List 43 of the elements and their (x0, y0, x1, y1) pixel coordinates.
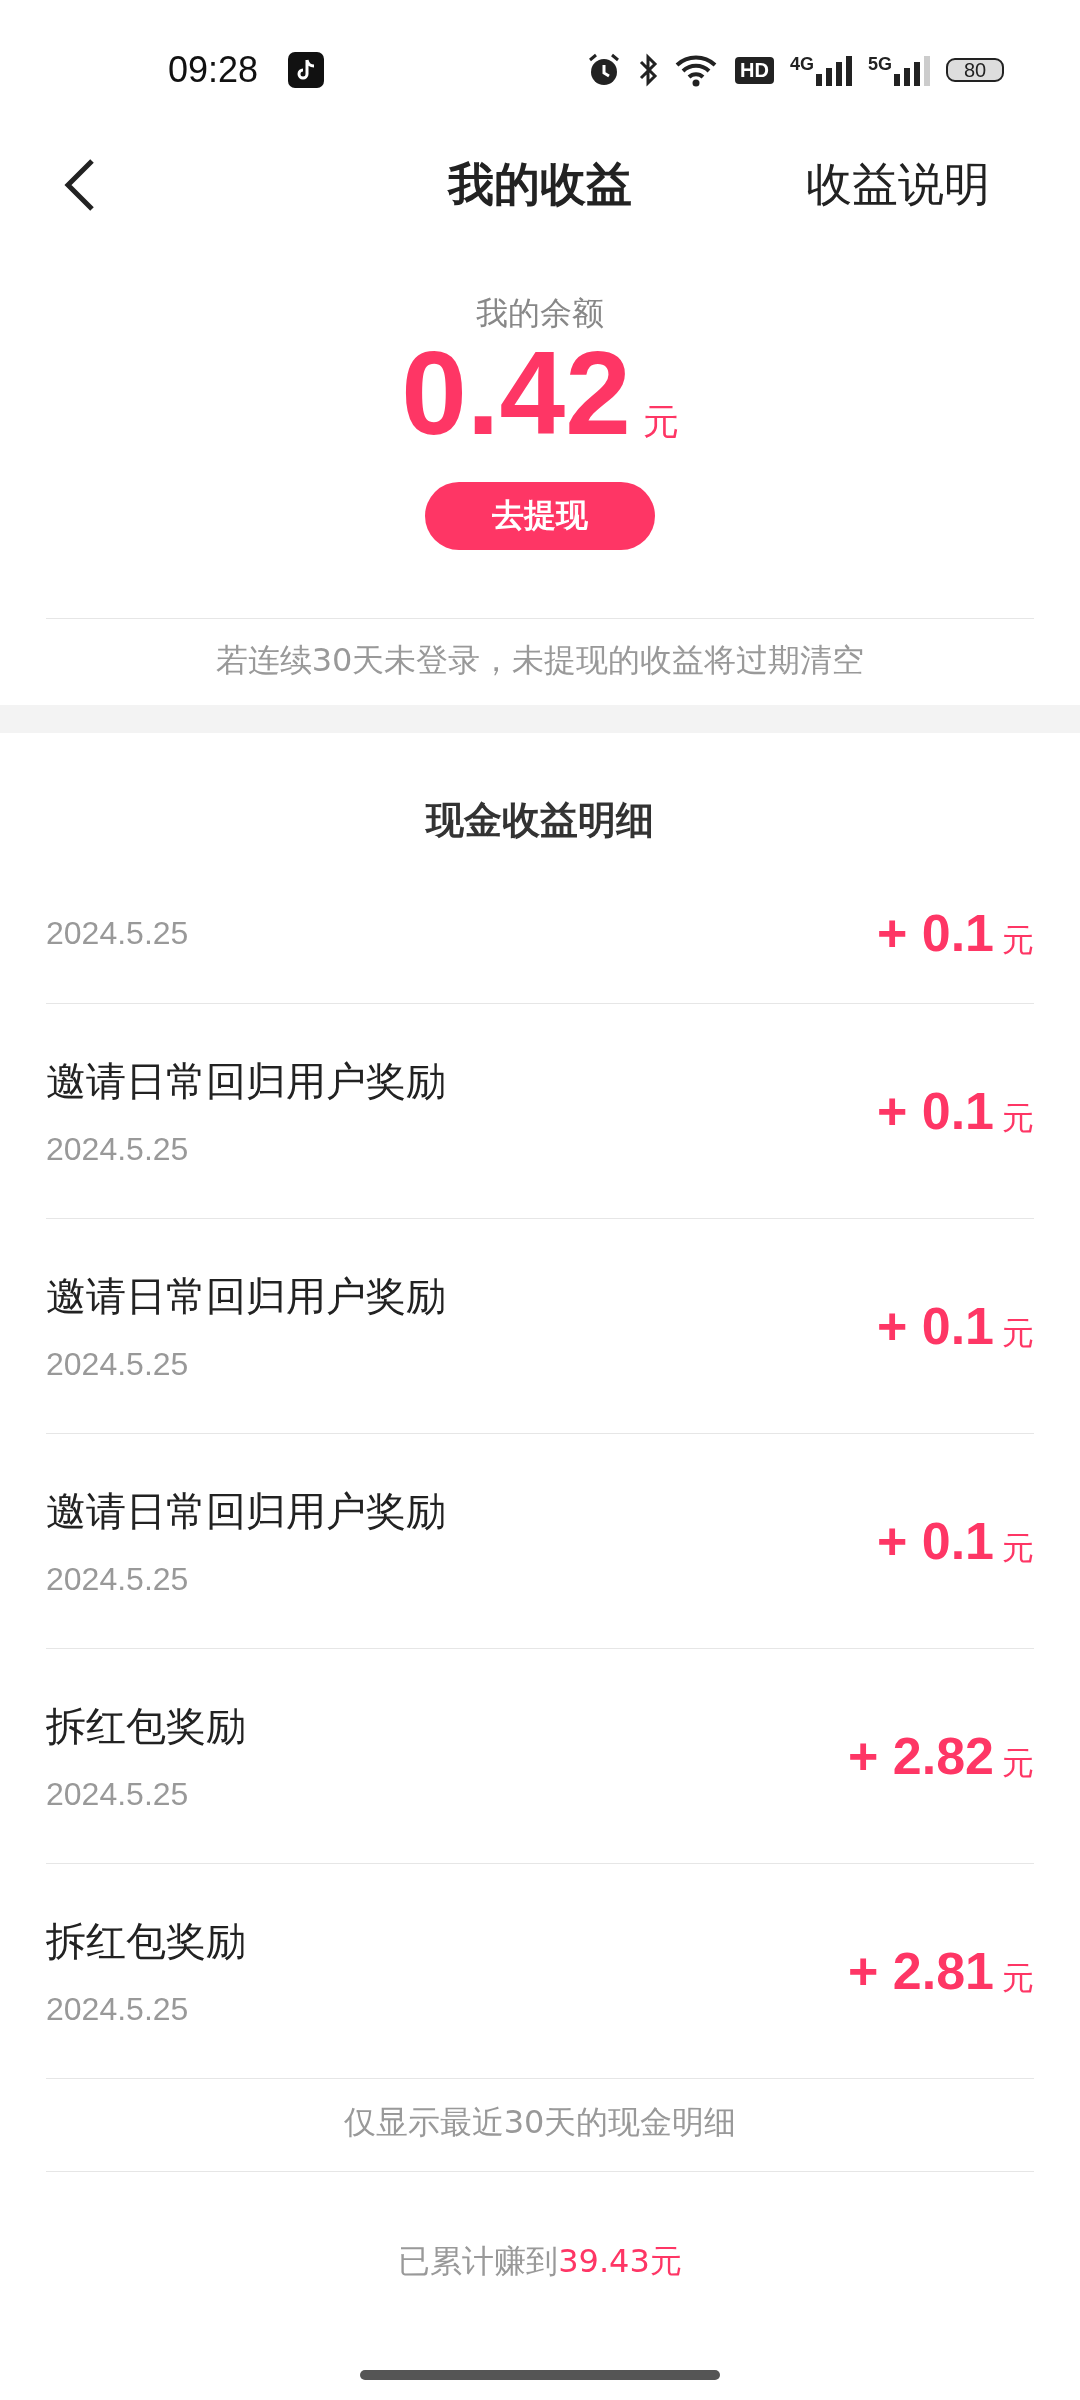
earning-amount: + 0.1 (876, 1295, 994, 1356)
earning-date: 2024.5.25 (46, 1130, 190, 1168)
history-note: 仅显示最近30天的现金明细 (46, 2078, 1034, 2172)
earning-amount: + 0.1 (876, 1080, 994, 1141)
earning-date: 2024.5.25 (46, 1560, 190, 1598)
balance-label: 我的余额 (476, 293, 604, 334)
expiry-notice: 若连续30天未登录，未提现的收益将过期清空 (214, 639, 866, 681)
page-title: 我的收益 (448, 156, 632, 213)
network-label: 4G (789, 54, 814, 75)
currency-unit: 元 (1002, 1957, 1034, 1999)
signal-icon (894, 54, 930, 86)
earning-date: 2024.5.25 (46, 1345, 190, 1383)
currency-unit: 元 (1002, 1742, 1034, 1784)
battery-indicator: 80 (946, 58, 1004, 82)
earning-title: 拆红包奖励 (46, 1701, 246, 1751)
earning-date: 2024.5.25 (46, 1775, 190, 1813)
earning-amount: + 2.81 (847, 1940, 994, 2001)
signal-icon (816, 54, 852, 86)
earning-amount: + 2.82 (847, 1725, 994, 1786)
hd-indicator: HD (735, 56, 774, 84)
network-label: 5G (868, 54, 892, 75)
earning-title: 邀请日常回归用户奖励 (46, 1271, 446, 1321)
currency-unit: 元 (642, 400, 679, 444)
earning-date: 2024.5.25 (46, 1990, 190, 2028)
earning-title: 邀请日常回归用户奖励 (46, 1056, 446, 1106)
currency-unit: 元 (1002, 1312, 1034, 1354)
earning-title: 拆红包奖励 (46, 1916, 246, 1966)
currency-unit: 元 (1002, 1097, 1034, 1139)
app-notification-icon (288, 52, 325, 88)
earning-amount: + 0.1 (876, 1510, 994, 1571)
balance-amount: 0.42 (401, 332, 631, 456)
withdraw-button[interactable]: 去提现 (425, 481, 655, 550)
earnings-info-link[interactable]: 收益说明 (806, 154, 990, 216)
bluetooth-icon (637, 52, 660, 88)
currency-unit: 元 (1002, 920, 1034, 962)
earning-title: 邀请日常回归用户奖励 (46, 1486, 446, 1536)
currency-unit: 元 (1002, 1527, 1034, 1569)
section-title: 现金收益明细 (424, 796, 655, 844)
total-earned: 已累计赚到39.43元 (397, 2240, 683, 2282)
status-time: 09:28 (168, 49, 259, 91)
earning-amount: + 0.1 (876, 903, 994, 964)
earning-date: 2024.5.25 (46, 914, 189, 952)
alarm-icon (587, 52, 622, 88)
